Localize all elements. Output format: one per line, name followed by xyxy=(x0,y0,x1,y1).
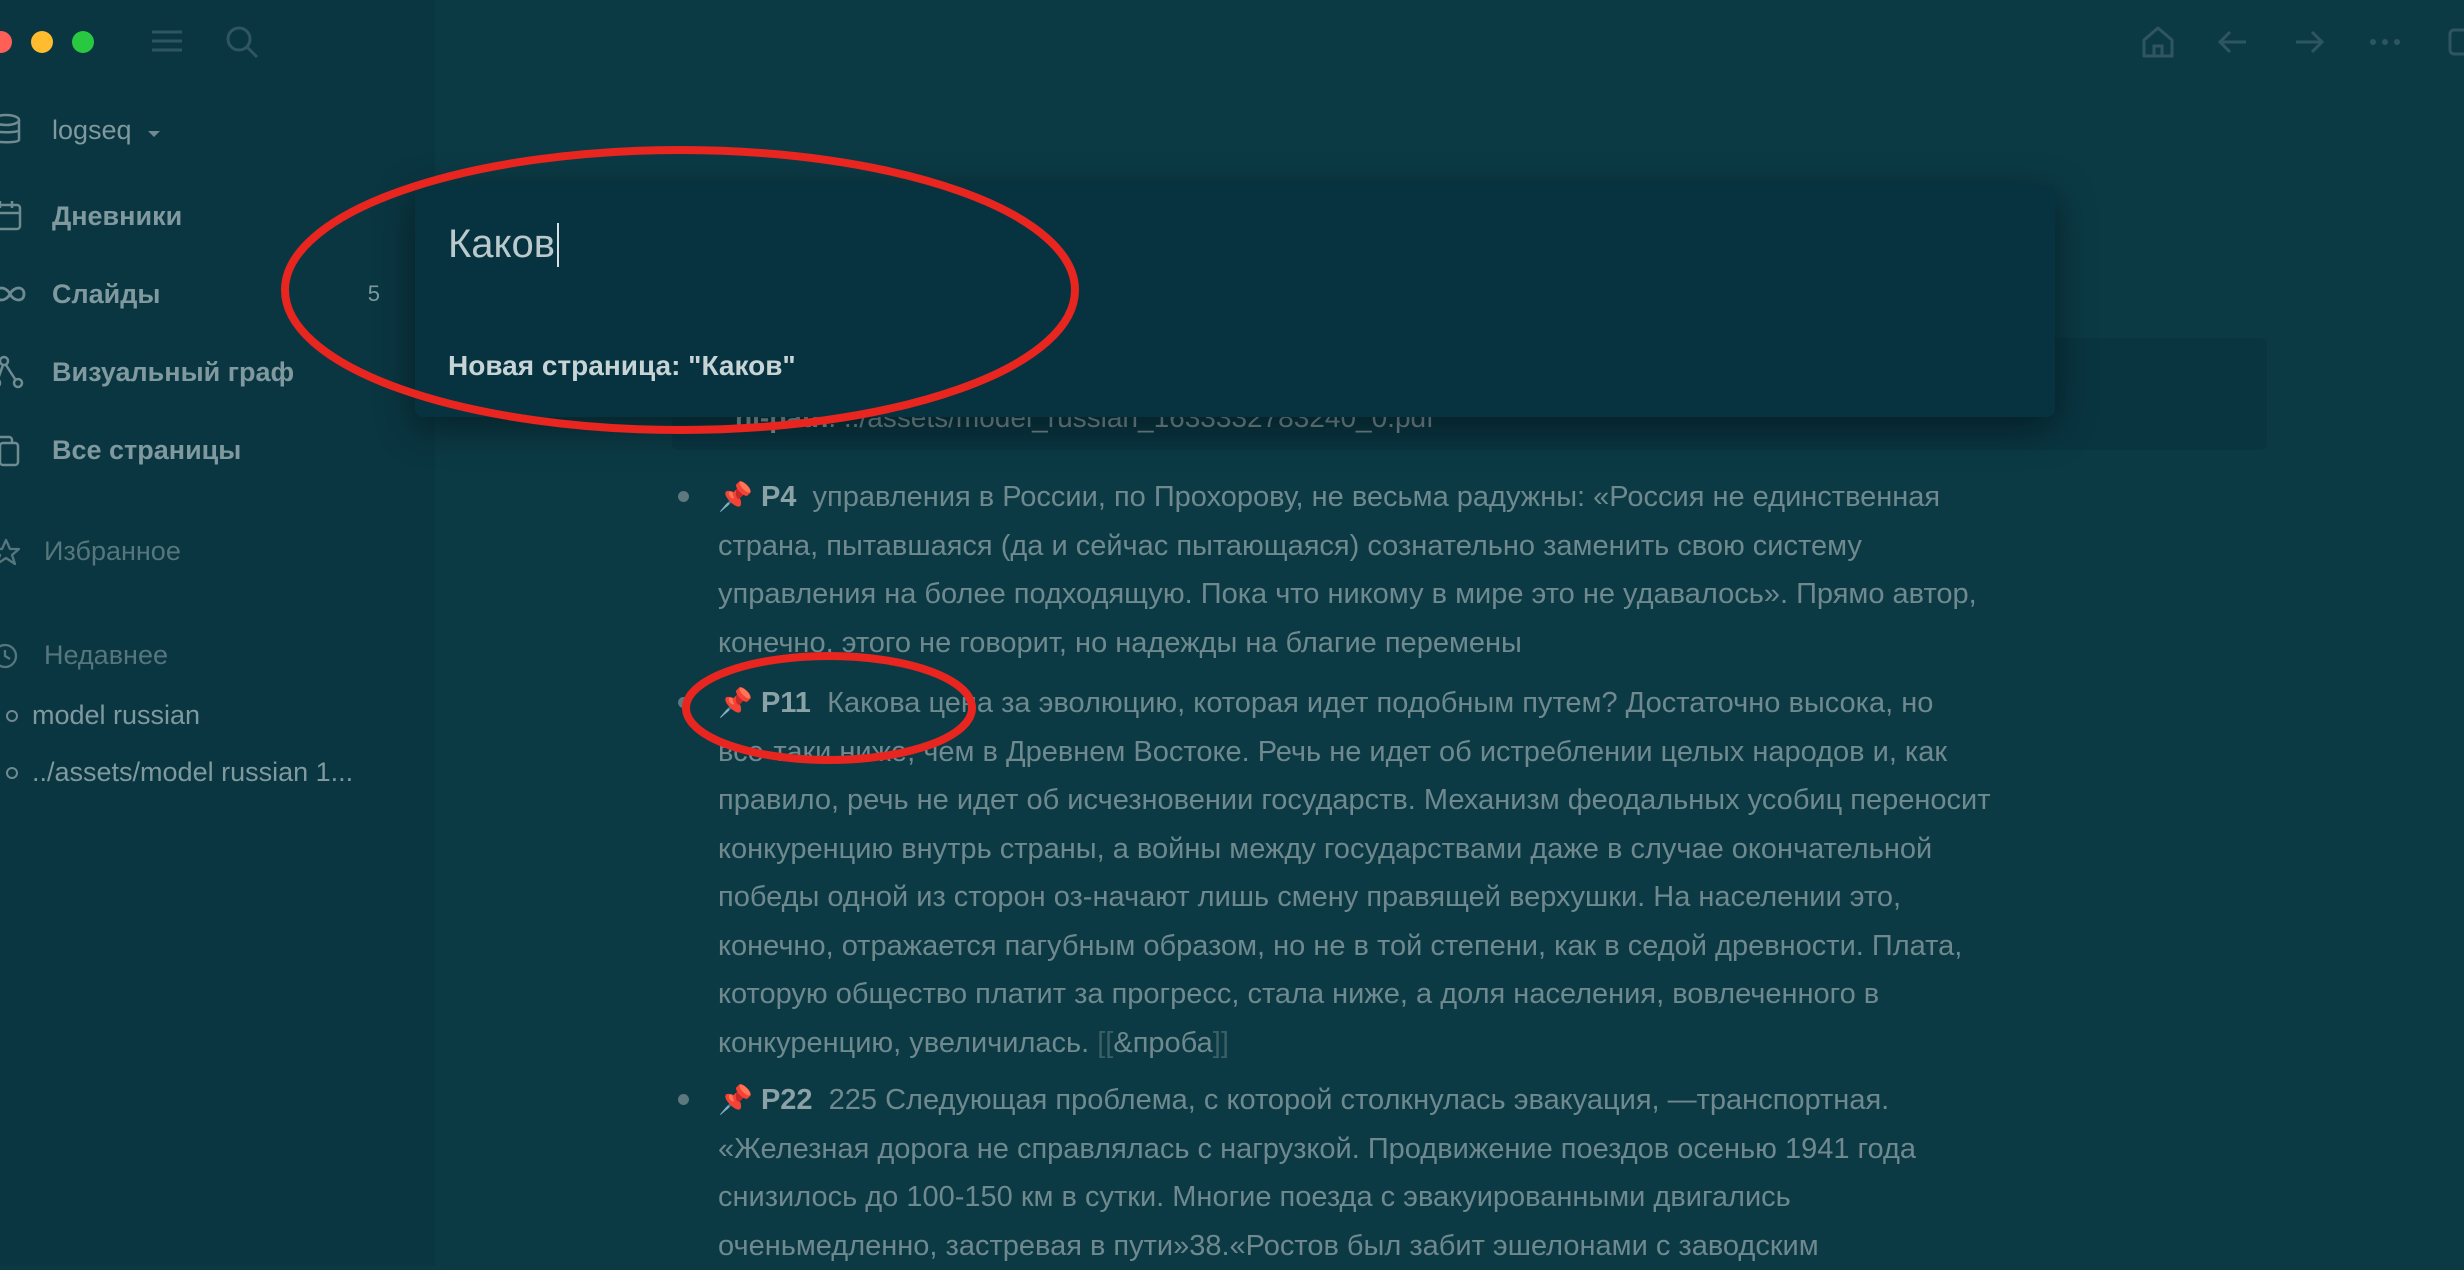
text-caret xyxy=(557,223,559,267)
recent-section-title[interactable]: Недавнее xyxy=(0,640,168,671)
bullet-icon xyxy=(6,767,18,779)
infinity-icon xyxy=(0,284,52,304)
block-line: конечно, этого не говорит, но надежды на… xyxy=(718,619,2278,668)
block-line: победы одной из сторон оз-начают лишь см… xyxy=(718,873,2278,922)
back-arrow-icon[interactable] xyxy=(2216,24,2250,65)
calendar-icon xyxy=(0,199,52,233)
recent-item[interactable]: ../assets/model russian 1... xyxy=(0,757,353,788)
search-dialog xyxy=(415,185,2055,417)
sidebar-item-graph-view[interactable]: Визуальный граф xyxy=(0,342,294,402)
block-line: конечно, отражается пагубным образом, но… xyxy=(718,922,2278,971)
sidebar-item-slides[interactable]: Слайды 5 xyxy=(0,264,435,324)
block-line: «Железная дорога не справлялась с нагруз… xyxy=(718,1125,2278,1174)
block-line: все-таки ниже, чем в Древнем Востоке. Ре… xyxy=(718,728,2278,777)
block-line: конкуренцию, увеличилась. xyxy=(718,1027,1089,1059)
new-page-suggestion[interactable]: Новая страница: "Каков" xyxy=(448,350,796,382)
sidebar-toggle-icon[interactable] xyxy=(2448,24,2464,65)
slides-count-badge: 5 xyxy=(368,281,380,307)
block-p22[interactable]: 📌 P22 225 Следующая проблема, с которой … xyxy=(718,1076,2278,1270)
sidebar-item-journals[interactable]: Дневники xyxy=(0,186,182,246)
sidebar-item-label: Визуальный граф xyxy=(52,357,294,388)
pin-icon: 📌 xyxy=(718,1084,753,1115)
link-bracket: ]] xyxy=(1213,1027,1229,1059)
left-sidebar: logseq Дневники Слайды 5 Визуальный граф… xyxy=(0,0,435,1266)
recent-item[interactable]: model russian xyxy=(0,700,200,731)
sidebar-item-label: Слайды xyxy=(52,279,160,310)
sidebar-item-label: Дневники xyxy=(52,201,182,232)
block-line: страна, пытавшаяся (да и сейчас пытающая… xyxy=(718,522,2278,571)
graph-selector[interactable]: logseq xyxy=(0,100,162,160)
search-input[interactable]: Каков xyxy=(448,222,559,267)
graph-icon xyxy=(0,355,52,389)
search-icon[interactable] xyxy=(224,24,260,65)
chevron-down-icon xyxy=(146,115,162,146)
database-icon xyxy=(0,113,52,147)
search-query-text: Каков xyxy=(448,222,555,267)
block-line: конкуренцию внутрь страны, а войны между… xyxy=(718,825,2278,874)
clock-icon xyxy=(0,641,44,671)
forward-arrow-icon[interactable] xyxy=(2292,24,2326,65)
page-ref[interactable]: P4 xyxy=(761,481,796,513)
home-icon[interactable] xyxy=(2141,24,2175,65)
block-bullet[interactable] xyxy=(678,1094,689,1105)
sidebar-item-all-pages[interactable]: Все страницы xyxy=(0,420,241,480)
pages-icon xyxy=(0,433,52,467)
favorites-label: Избранное xyxy=(44,536,181,567)
page-link[interactable]: &проба xyxy=(1113,1027,1212,1059)
pin-icon: 📌 xyxy=(718,687,753,718)
menu-icon[interactable] xyxy=(150,24,184,63)
block-bullet[interactable] xyxy=(678,491,689,502)
star-icon xyxy=(0,537,44,567)
block-line: правило, речь не идет об исчезновении го… xyxy=(718,776,2278,825)
block-bullet[interactable] xyxy=(678,697,689,708)
recent-item-label: ../assets/model russian 1... xyxy=(32,757,353,788)
block-line: которую общество платит за прогресс, ста… xyxy=(718,970,2278,1019)
page-ref[interactable]: P11 xyxy=(761,687,811,719)
more-icon[interactable] xyxy=(2368,24,2402,65)
link-bracket: [[ xyxy=(1097,1027,1113,1059)
block-line: управления в России, по Прохорову, не ве… xyxy=(813,481,1941,513)
pin-icon: 📌 xyxy=(718,481,753,512)
window-close-button[interactable] xyxy=(0,31,12,53)
recent-label: Недавнее xyxy=(44,640,168,671)
graph-name: logseq xyxy=(52,115,132,146)
page-ref[interactable]: P22 xyxy=(761,1084,813,1116)
window-zoom-button[interactable] xyxy=(72,31,94,53)
favorites-section-title[interactable]: Избранное xyxy=(0,536,181,567)
recent-item-label: model russian xyxy=(32,700,200,731)
window-minimize-button[interactable] xyxy=(31,31,53,53)
block-line: оченьмедленно, застревая в пути»38.«Рост… xyxy=(718,1222,2278,1270)
bullet-icon xyxy=(6,710,18,722)
block-line: снизилось до 100-150 км в сутки. Многие … xyxy=(718,1173,2278,1222)
block-line: управления на более подходящую. Пока что… xyxy=(718,570,2278,619)
block-p11[interactable]: 📌 P11 Какова цена за эволюцию, которая и… xyxy=(718,679,2278,1067)
block-line: 225 Следующая проблема, с которой столкн… xyxy=(829,1084,1890,1116)
sidebar-item-label: Все страницы xyxy=(52,435,241,466)
block-p4[interactable]: 📌 P4 управления в России, по Прохорову, … xyxy=(718,473,2278,667)
block-line: Какова цена за эволюцию, которая идет по… xyxy=(827,687,1933,719)
